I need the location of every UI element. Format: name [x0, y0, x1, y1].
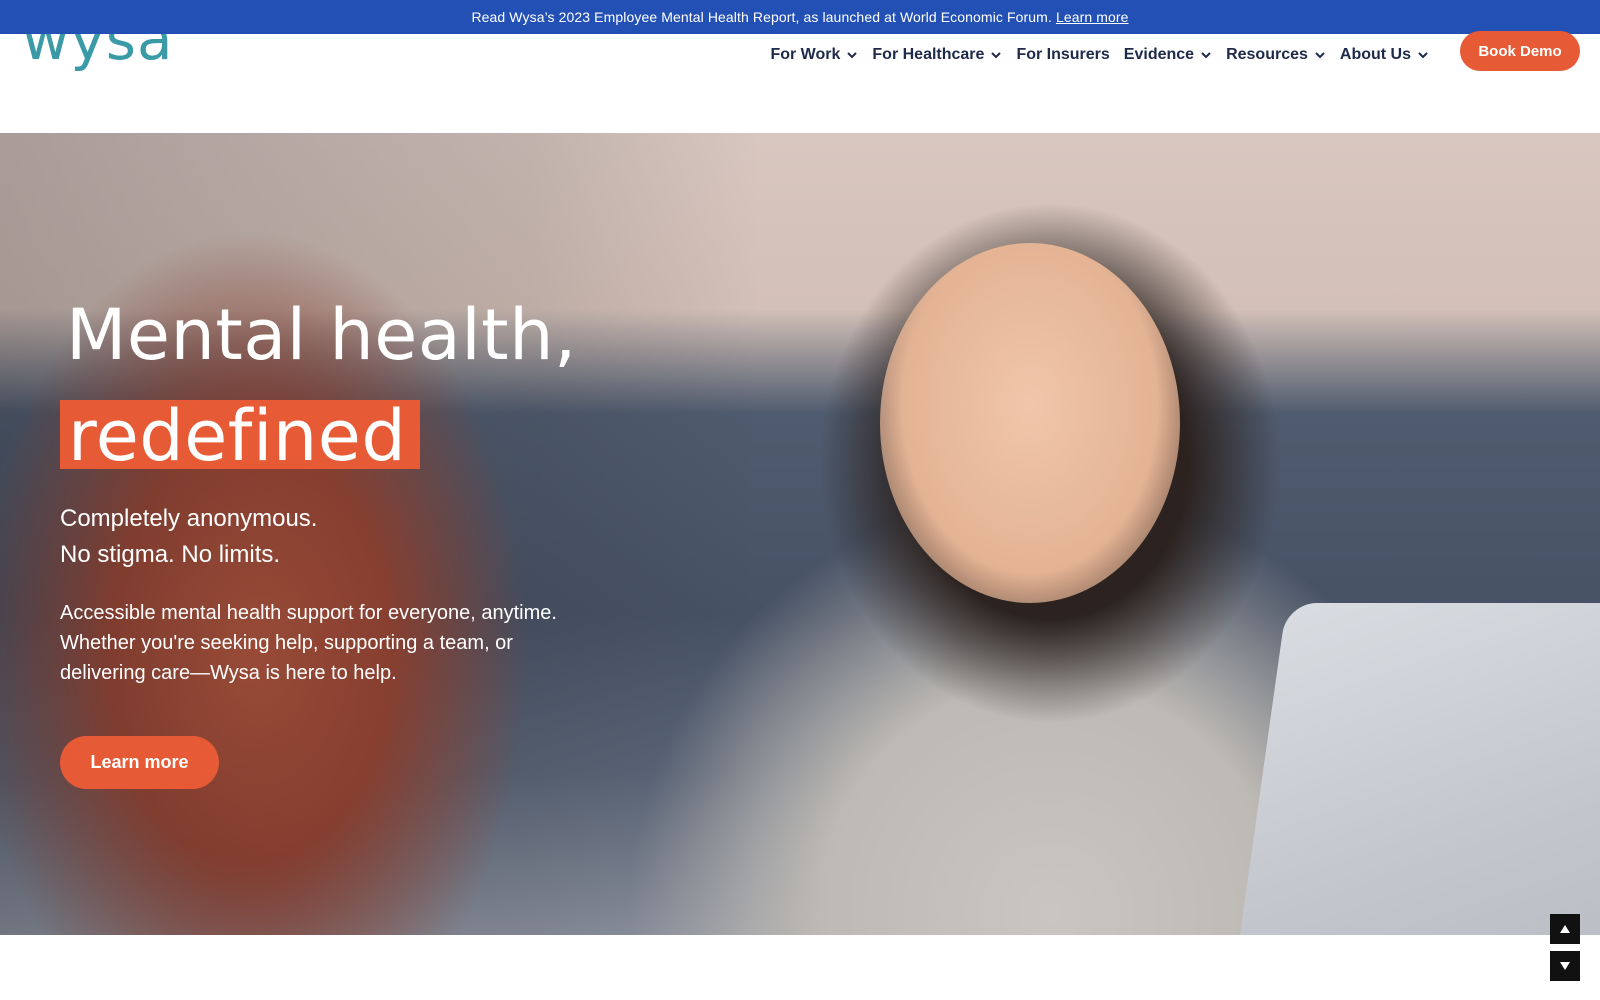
nav-item-evidence[interactable]: Evidence [1117, 40, 1219, 70]
hero-photo-laptop [1233, 603, 1600, 935]
announcement-learn-more-link[interactable]: Learn more [1056, 9, 1129, 25]
triangle-up-icon [1560, 920, 1570, 938]
hero-subtitle-line1: Completely anonymous. [60, 505, 318, 532]
chevron-down-icon [990, 49, 1002, 61]
nav-item-resources[interactable]: Resources [1219, 40, 1333, 70]
nav-item-for-insurers[interactable]: For Insurers [1009, 40, 1116, 70]
hero-desc-line1: Accessible mental health support for eve… [60, 602, 557, 624]
nav-item-label: Resources [1226, 46, 1308, 63]
scroll-up-button[interactable] [1550, 914, 1580, 944]
nav-item-label: For Work [770, 46, 841, 63]
hero-section: Mental health, redefined Completely anon… [0, 133, 1600, 935]
hero-photo-person [880, 243, 1180, 603]
hero-title-line1: Mental health, [66, 294, 577, 376]
main-nav: For Work For Healthcare For Insurers Evi… [763, 40, 1436, 70]
learn-more-button[interactable]: Learn more [60, 736, 219, 789]
site-header: wysa For Work For Healthcare For Insurer… [0, 31, 1600, 133]
chevron-down-icon [1200, 49, 1212, 61]
hero-desc-line3: delivering care—Wysa is here to help. [60, 662, 397, 684]
triangle-down-icon [1560, 957, 1570, 975]
chevron-down-icon [846, 49, 858, 61]
hero-subtitle: Completely anonymous. No stigma. No limi… [60, 501, 660, 573]
nav-item-for-healthcare[interactable]: For Healthcare [865, 40, 1009, 70]
nav-item-label: About Us [1339, 46, 1411, 63]
hero-desc-line2: Whether you're seeking help, supporting … [60, 632, 513, 654]
wysa-logo: wysa [22, 34, 174, 72]
chevron-down-icon [1417, 49, 1429, 61]
nav-item-for-work[interactable]: For Work [763, 40, 865, 70]
announcement-bar: Read Wysa’s 2023 Employee Mental Health … [0, 0, 1600, 34]
hero-subtitle-line2: No stigma. No limits. [60, 541, 281, 568]
hero-description: Accessible mental health support for eve… [60, 598, 620, 688]
chevron-down-icon [1314, 49, 1326, 61]
hero-title-highlight: redefined [60, 400, 421, 472]
nav-item-label: For Insurers [1016, 46, 1110, 63]
announcement-text: Read Wysa’s 2023 Employee Mental Health … [471, 9, 1052, 25]
scroll-down-button[interactable] [1550, 951, 1580, 981]
nav-item-about-us[interactable]: About Us [1333, 40, 1436, 70]
book-demo-button[interactable]: Book Demo [1460, 31, 1580, 71]
nav-item-label: For Healthcare [872, 46, 985, 63]
logo-link[interactable]: wysa [0, 34, 180, 74]
nav-item-label: Evidence [1123, 46, 1195, 63]
